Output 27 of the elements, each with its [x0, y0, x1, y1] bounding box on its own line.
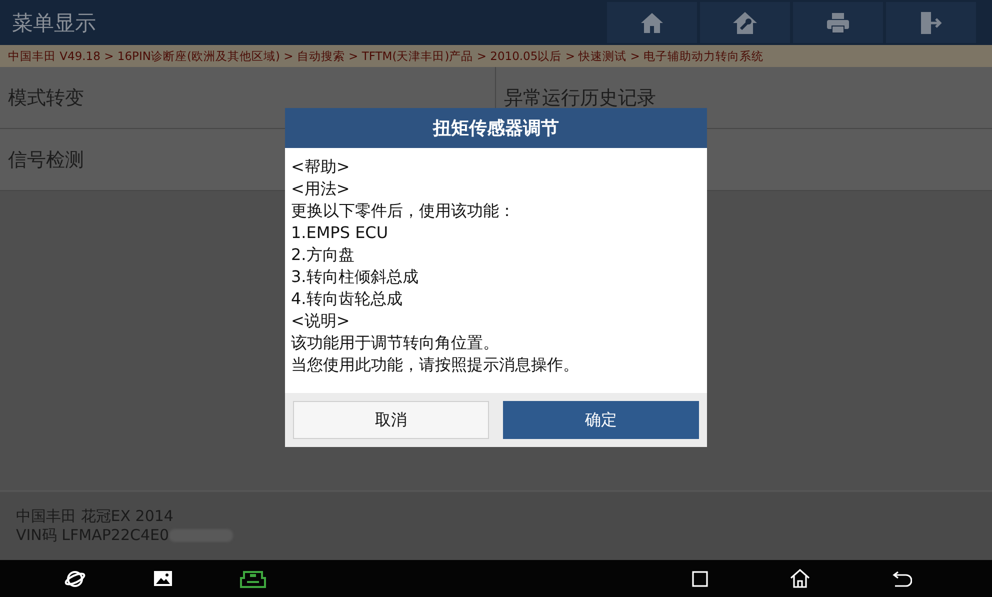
exit-door-icon	[920, 10, 942, 34]
print-button[interactable]	[793, 2, 883, 43]
vci-connector-icon[interactable]	[240, 568, 266, 588]
help-text-line: <帮助>	[291, 156, 351, 178]
square-icon[interactable]	[692, 570, 708, 586]
home-button[interactable]	[607, 2, 697, 43]
planet-icon[interactable]	[64, 568, 86, 588]
tools-button[interactable]	[700, 2, 790, 43]
help-text-line: 2.方向盘	[291, 244, 356, 266]
help-text-line: <说明>	[291, 310, 351, 332]
help-text-line: 该功能用于调节转向角位置。	[291, 332, 500, 354]
help-text-line: 当您使用此功能，请按照提示消息操作。	[291, 354, 580, 376]
help-text-line: 3.转向柱倾斜总成	[291, 266, 420, 288]
home-icon	[640, 12, 664, 34]
printer-icon	[826, 12, 850, 34]
back-icon[interactable]	[892, 570, 912, 586]
breadcrumb-path: 中国丰田 V49.18 > 16PIN诊断座(欧洲及其他区域) > 自动搜索 > TFTM(天津丰田)产品 > 2010.05以后 > 快速测试 > 电子辅助动力转向系统	[8, 48, 764, 64]
home-icon[interactable]	[790, 569, 810, 588]
help-text-line: 4.转向齿轮总成	[291, 288, 404, 310]
help-text-line: 更换以下零件后，使用该功能：	[291, 200, 516, 222]
cancel-button[interactable]: 取消	[293, 401, 489, 439]
help-text-line: 1.EMPS ECU	[291, 222, 390, 244]
page-title: 菜单显示	[11, 10, 96, 36]
confirm-button[interactable]: 确定	[503, 401, 699, 439]
exit-button[interactable]	[886, 2, 976, 43]
house-wrench-icon	[732, 10, 758, 34]
image-icon[interactable]	[154, 571, 172, 586]
